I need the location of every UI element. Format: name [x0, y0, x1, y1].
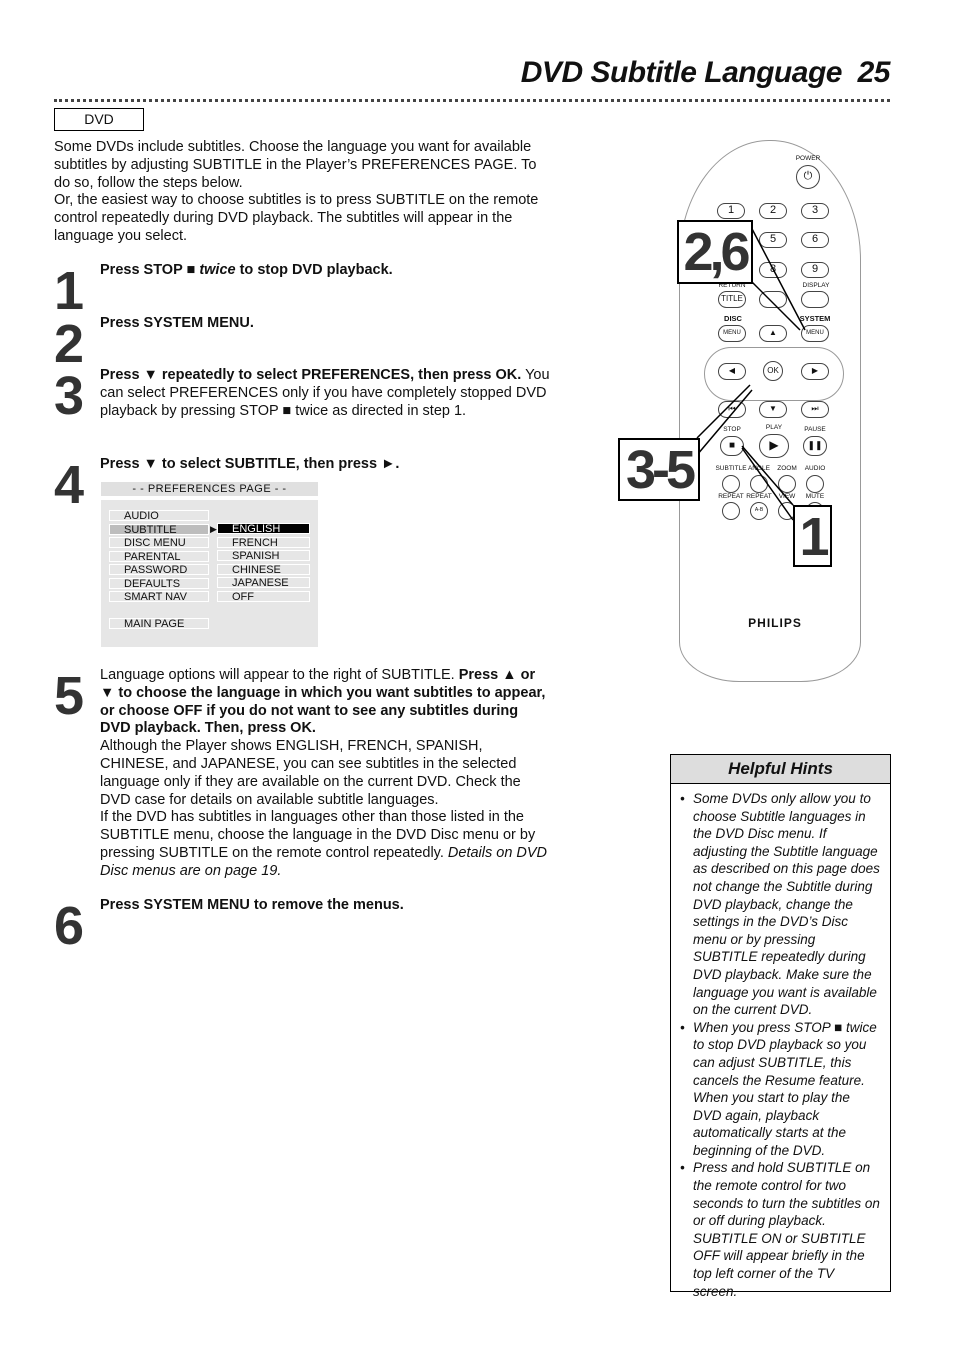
helpful-hints-box: Helpful Hints Some DVDs only allow you t…	[670, 754, 891, 1299]
callout-line	[741, 445, 794, 506]
hint-item: Some DVDs only allow you to choose Subti…	[680, 790, 882, 1019]
callout-3-5: 3-5	[618, 438, 700, 501]
callout-2-6: 2,6	[677, 220, 753, 284]
callout-line	[696, 384, 751, 439]
callout-line	[696, 389, 753, 456]
hint-item: Press and hold SUBTITLE on the remote co…	[680, 1159, 882, 1300]
manual-page: DVD Subtitle Language 25 DVD Some DVDs i…	[0, 0, 954, 1351]
callout-1: 1	[793, 505, 832, 567]
hint-item: When you press STOP ■ twice to stop DVD …	[680, 1019, 882, 1160]
callout-line	[749, 224, 806, 331]
hints-title: Helpful Hints	[671, 755, 890, 784]
callout-line	[741, 447, 794, 521]
